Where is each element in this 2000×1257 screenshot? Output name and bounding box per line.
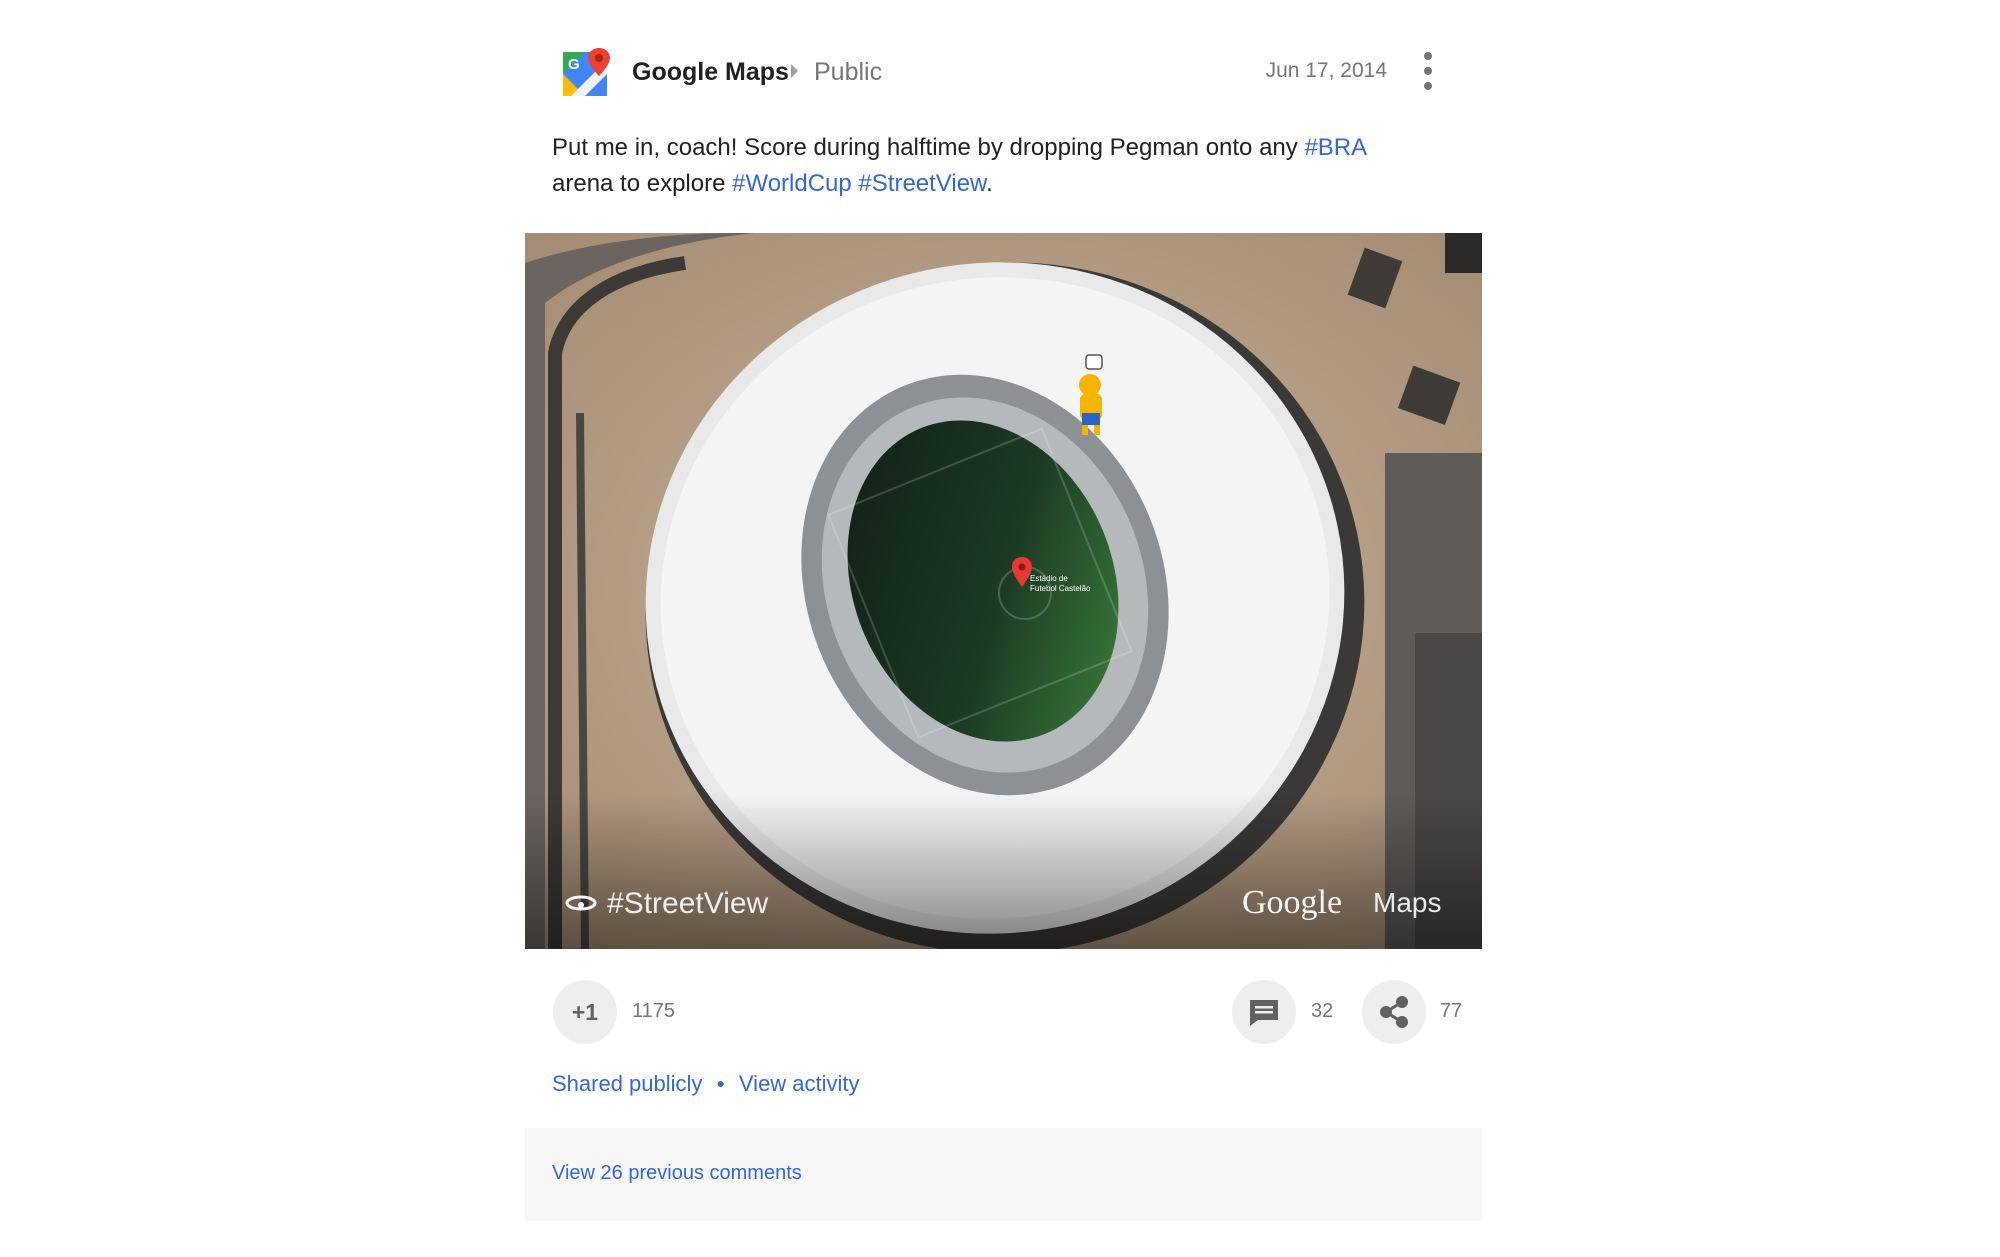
share-count: 77 (1440, 1000, 1463, 1022)
visibility-label[interactable]: Public (814, 58, 882, 87)
hashtag-bra[interactable]: #BRA (1304, 134, 1367, 161)
post-image[interactable]: Estádio de Futebol Castelão #StreetView … (525, 233, 1482, 949)
post-text-part: . (986, 170, 993, 197)
post-text: Put me in, coach! Score during halftime … (552, 130, 1452, 202)
google-maps-logo[interactable]: G (561, 46, 613, 98)
more-vert-icon[interactable] (1414, 46, 1440, 96)
post-links: Shared publicly ● View activity (552, 1071, 860, 1097)
hashtag-streetview[interactable]: #StreetView (858, 170, 986, 197)
post-text-part: arena to explore (552, 170, 733, 197)
shared-publicly-link[interactable]: Shared publicly (552, 1071, 702, 1096)
plusone-button[interactable]: +1 (553, 980, 617, 1044)
comment-button[interactable] (1232, 980, 1296, 1044)
stadium-aerial-image: Estádio de Futebol Castelão #StreetView … (525, 233, 1482, 949)
share-button[interactable] (1362, 980, 1426, 1044)
author-name[interactable]: Google Maps (632, 58, 789, 87)
watermark-google: Google (1242, 884, 1342, 921)
post-actions: +1 1175 32 77 (525, 978, 1482, 1048)
post-date[interactable]: Jun 17, 2014 (1266, 59, 1387, 83)
post-header: G Google Maps Public Jun 17, 2014 (525, 36, 1482, 106)
separator-dot: ● (716, 1075, 725, 1091)
watermark-streetview: #StreetView (607, 887, 769, 920)
view-activity-link[interactable]: View activity (739, 1071, 860, 1096)
svg-text:G: G (568, 56, 580, 73)
chevron-right-icon (791, 64, 798, 78)
comment-icon (1250, 1000, 1278, 1026)
watermark-maps: Maps (1373, 887, 1441, 918)
plusone-count: 1175 (632, 1000, 676, 1022)
post-text-part: Put me in, coach! Score during halftime … (552, 134, 1305, 161)
pin-label-line2: Futebol Castelão (1030, 584, 1091, 593)
share-icon (1380, 996, 1408, 1028)
pin-label-line1: Estádio de (1030, 574, 1068, 583)
comments-section: View 26 previous comments (525, 1128, 1482, 1221)
post-card: G Google Maps Public Jun 17, 2014 Put me… (525, 0, 1482, 1257)
view-previous-comments-link[interactable]: View 26 previous comments (552, 1162, 802, 1185)
comment-count: 32 (1311, 1000, 1334, 1022)
hashtag-worldcup[interactable]: #WorldCup (732, 170, 852, 197)
